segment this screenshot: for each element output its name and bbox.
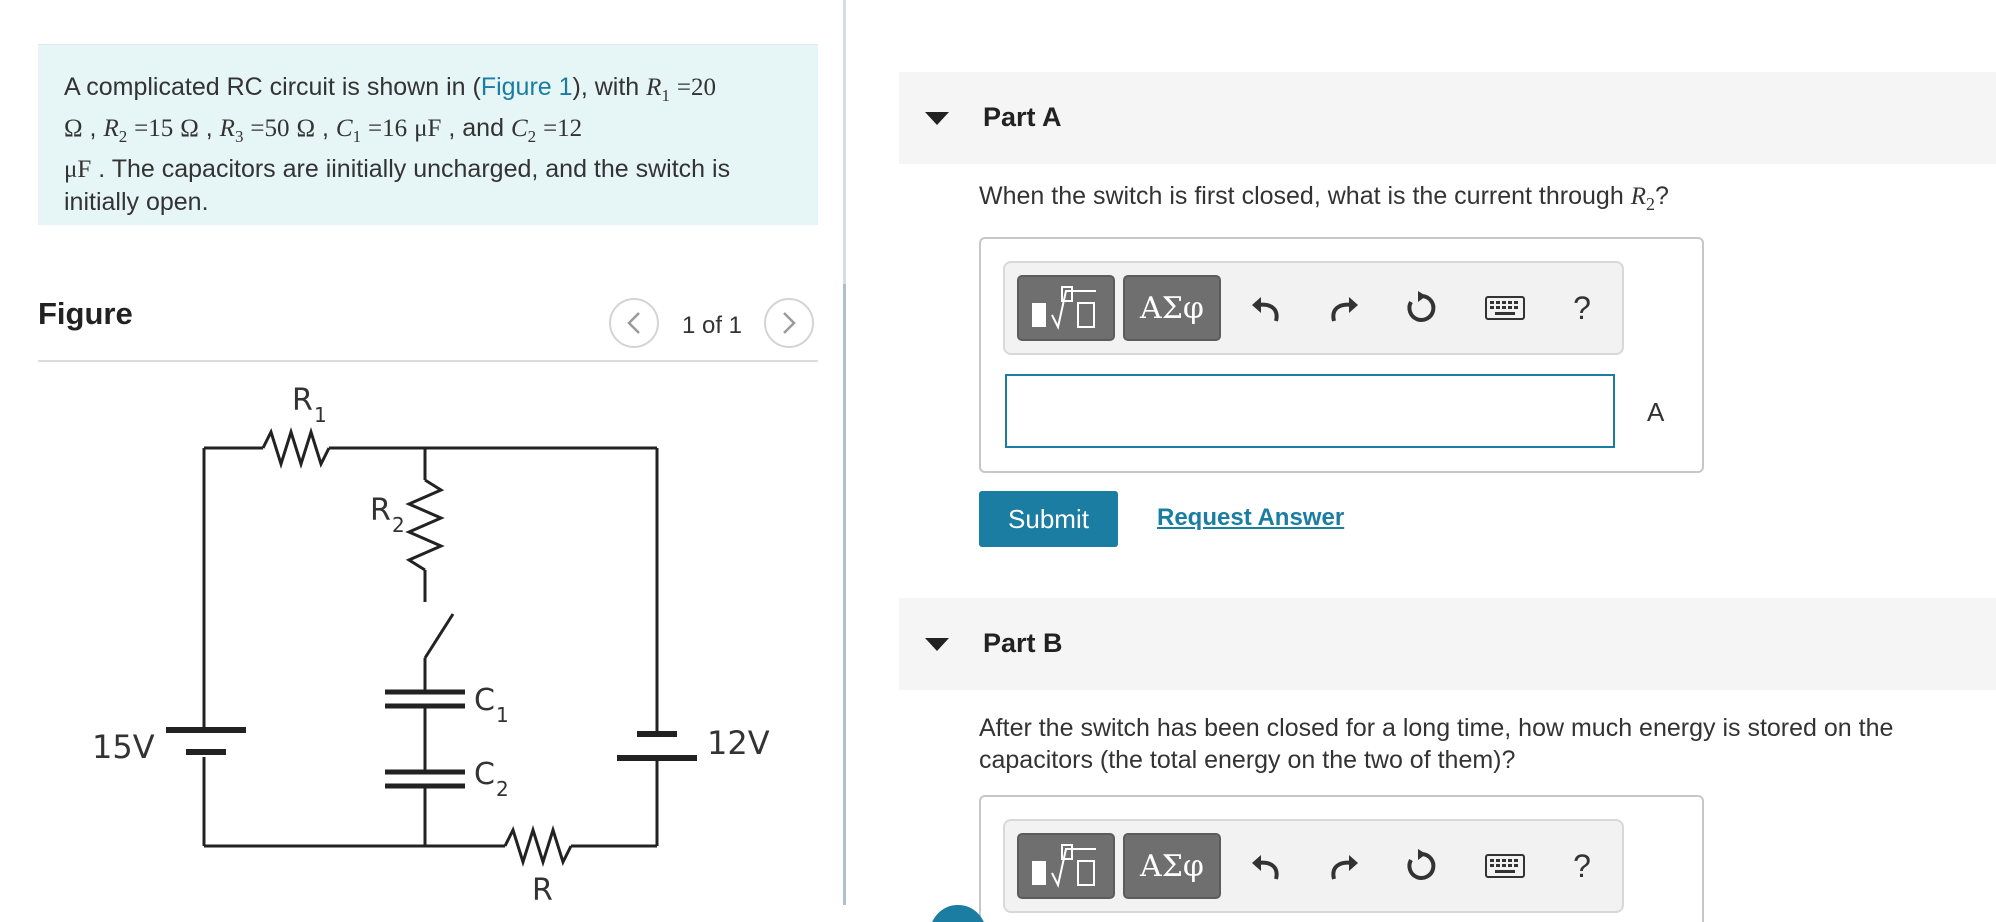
column-divider-scroll[interactable] xyxy=(843,284,846,905)
reset-icon[interactable] xyxy=(1397,841,1447,891)
answer-input[interactable] xyxy=(1005,374,1615,448)
microfarad-unit: μF xyxy=(64,156,92,183)
part-a-label: Part A xyxy=(983,102,1062,132)
c2-value: =12 xyxy=(543,115,583,142)
r3-label-partial: R xyxy=(532,873,553,900)
right-voltage-label: 12V xyxy=(707,724,770,762)
question-text: When the switch is first closed, what is… xyxy=(979,182,1631,210)
c2-label-sub: 2 xyxy=(496,777,509,801)
reset-icon[interactable] xyxy=(1397,283,1447,333)
c2-subscript: 2 xyxy=(527,127,537,146)
submit-button[interactable]: Submit xyxy=(979,491,1118,547)
r1-symbol: R xyxy=(646,74,662,101)
part-b-question: After the switch has been closed for a l… xyxy=(979,714,1894,774)
c1-label-sub: 1 xyxy=(496,703,509,727)
chevron-left-icon xyxy=(627,312,640,334)
r3-value: =50 xyxy=(250,115,290,142)
microfarad-unit: μF xyxy=(414,115,442,142)
r2-subscript: 2 xyxy=(118,127,128,146)
greek-button[interactable]: ΑΣφ xyxy=(1123,833,1221,899)
redo-icon[interactable] xyxy=(1319,283,1369,333)
r2-subscript: 2 xyxy=(1645,194,1655,214)
part-b-answer-box: ΑΣφ ? xyxy=(979,795,1704,922)
figure-link[interactable]: Figure 1 xyxy=(481,73,573,101)
problem-text: , and xyxy=(448,114,504,142)
r2-label: R xyxy=(370,493,391,528)
help-chat-button[interactable] xyxy=(930,905,986,922)
undo-icon[interactable] xyxy=(1241,841,1291,891)
problem-statement: A complicated RC circuit is shown in (Fi… xyxy=(38,45,818,225)
circuit-diagram: R 1 R 2 C 1 C 2 15V 12V R xyxy=(92,383,770,900)
help-icon[interactable]: ? xyxy=(1557,283,1607,333)
caret-down-icon[interactable] xyxy=(925,638,949,651)
question-mark: ? xyxy=(1654,182,1669,210)
c1-symbol: C xyxy=(335,115,353,142)
math-toolbar: ΑΣφ ? xyxy=(1003,819,1624,913)
r1-subscript: 1 xyxy=(661,86,670,105)
part-a-header[interactable]: Part A xyxy=(899,72,1996,164)
r3-symbol: R xyxy=(219,115,235,142)
c1-value: =16 xyxy=(368,115,408,142)
r1-label: R xyxy=(292,383,313,418)
c2-label: C xyxy=(474,757,495,792)
part-a-answer-box: ΑΣφ ? A xyxy=(979,237,1704,473)
keyboard-icon[interactable] xyxy=(1475,841,1535,891)
undo-icon[interactable] xyxy=(1241,283,1291,333)
c1-subscript: 1 xyxy=(352,127,362,146)
r1-value: =20 xyxy=(676,74,716,101)
chevron-right-icon xyxy=(783,312,796,334)
problem-text: . The capacitors are iinitially uncharge… xyxy=(64,155,731,216)
keyboard-icon[interactable] xyxy=(1475,283,1535,333)
resistor-r3 xyxy=(503,824,573,868)
part-b-header[interactable]: Part B xyxy=(899,598,1996,690)
previous-figure-button[interactable] xyxy=(609,298,659,348)
c2-symbol: C xyxy=(510,115,528,142)
r2-symbol: R xyxy=(103,115,119,142)
templates-icon xyxy=(1032,844,1096,888)
figure-count: 1 of 1 xyxy=(681,312,743,339)
greek-button[interactable]: ΑΣφ xyxy=(1123,275,1221,341)
problem-text: ), with xyxy=(572,73,647,101)
problem-text: A complicated RC circuit is shown in ( xyxy=(64,73,481,101)
ohm-symbol: Ω xyxy=(296,115,316,142)
left-voltage-label: 15V xyxy=(92,728,155,766)
circuit-wires xyxy=(166,426,697,868)
caret-down-icon[interactable] xyxy=(925,112,949,125)
part-a-question: When the switch is first closed, what is… xyxy=(979,180,1669,220)
math-toolbar: ΑΣφ ? xyxy=(1003,261,1624,355)
redo-icon[interactable] xyxy=(1319,841,1369,891)
r2-value: =15 xyxy=(134,115,174,142)
r3-subscript: 3 xyxy=(234,127,244,146)
templates-button[interactable] xyxy=(1017,275,1115,341)
request-answer-link[interactable]: Request Answer xyxy=(1157,504,1344,532)
next-figure-button[interactable] xyxy=(764,298,814,348)
figure-title: Figure xyxy=(38,296,133,331)
r2-label-sub: 2 xyxy=(392,513,405,537)
resistor-r2 xyxy=(405,478,445,572)
templates-icon xyxy=(1032,286,1096,330)
r1-label-sub: 1 xyxy=(314,403,327,427)
r2-symbol: R xyxy=(1630,183,1646,210)
c1-label: C xyxy=(474,683,495,718)
answer-unit: A xyxy=(1647,397,1665,427)
ohm-symbol: Ω xyxy=(64,115,83,142)
left-panel: A complicated RC circuit is shown in (Fi… xyxy=(0,0,842,922)
resistor-r1 xyxy=(261,426,331,470)
figure-divider xyxy=(38,360,818,362)
part-b-label: Part B xyxy=(983,628,1063,658)
help-icon[interactable]: ? xyxy=(1557,841,1607,891)
ohm-symbol: Ω xyxy=(180,115,199,142)
templates-button[interactable] xyxy=(1017,833,1115,899)
